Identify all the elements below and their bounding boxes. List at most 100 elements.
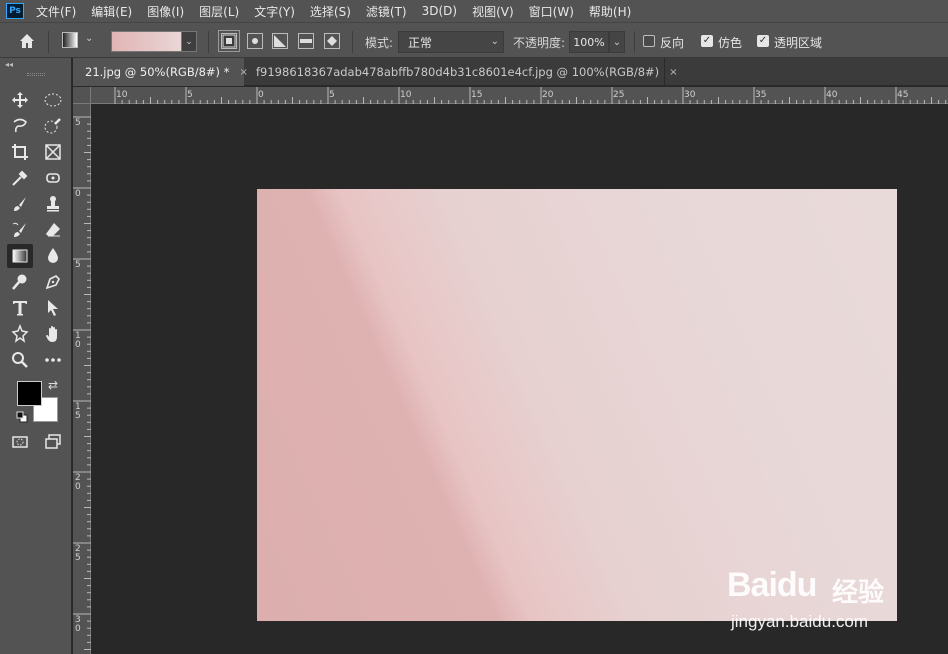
menu-bar: Ps 文件(F) 编辑(E) 图像(I) 图层(L) 文字(Y) 选择(S) 滤…: [0, 0, 948, 22]
hand-tool-icon[interactable]: [40, 322, 66, 346]
ruler-label: 5: [75, 118, 81, 128]
panel-grip[interactable]: [27, 73, 45, 76]
clone-stamp-tool-icon[interactable]: [40, 192, 66, 216]
gradient-tool-preset-icon[interactable]: [62, 32, 78, 48]
home-icon[interactable]: [18, 32, 36, 50]
diamond-gradient-icon[interactable]: [324, 33, 340, 49]
opacity-input[interactable]: 100%: [569, 31, 609, 53]
blur-tool-icon[interactable]: [40, 244, 66, 268]
eyedropper-tool-icon[interactable]: [7, 166, 33, 190]
ruler-label: 15: [471, 90, 483, 100]
tab-label: 21.jpg @ 50%(RGB/8#) *: [85, 65, 230, 79]
watermark-logo: Baidu: [727, 566, 817, 604]
ruler-label: 2 0: [75, 473, 81, 492]
tool-panel: ◂◂ ⇄: [0, 58, 72, 654]
ruler-label: 0: [258, 90, 264, 100]
custom-shape-tool-icon[interactable]: [7, 322, 33, 346]
ruler-label: 0: [75, 189, 81, 199]
options-bar: ⌄ ⌄ 模式: 正常 ⌄ 不透明度: 100% ⌄ 反向 ✓ 仿色 ✓ 透明区域: [0, 22, 948, 58]
menu-layer[interactable]: 图层(L): [199, 3, 239, 20]
gradient-picker-dropdown[interactable]: ⌄: [182, 31, 197, 52]
ruler-label: 45: [897, 90, 909, 100]
lasso-tool-icon[interactable]: [7, 114, 33, 138]
document-tab-bar: 21.jpg @ 50%(RGB/8#) * × f9198618367adab…: [73, 58, 948, 86]
reverse-label: 反向: [660, 36, 685, 50]
screen-mode-icon[interactable]: [40, 430, 66, 454]
zoom-tool-icon[interactable]: [7, 348, 33, 372]
ruler-label: 5: [187, 90, 193, 100]
spot-healing-tool-icon[interactable]: [40, 166, 66, 190]
menu-window[interactable]: 窗口(W): [529, 3, 574, 20]
menu-select[interactable]: 选择(S): [310, 3, 351, 20]
ruler-label: 3 0: [75, 615, 81, 634]
opacity-label: 不透明度:: [513, 36, 566, 50]
radial-gradient-icon[interactable]: [247, 33, 263, 49]
transparency-label: 透明区域: [774, 36, 823, 50]
ruler-origin[interactable]: [73, 87, 91, 104]
collapse-panel-icon[interactable]: ◂◂: [5, 60, 13, 69]
chevron-down-icon[interactable]: ⌄: [85, 33, 93, 44]
vertical-ruler-ticks: [73, 116, 91, 650]
move-tool-icon[interactable]: [7, 88, 33, 112]
menu-help[interactable]: 帮助(H): [589, 3, 631, 20]
frame-tool-icon[interactable]: [40, 140, 66, 164]
watermark-url: jingyan.baidu.com: [731, 612, 869, 631]
foreground-color-swatch[interactable]: [17, 381, 42, 406]
mode-value: 正常: [408, 35, 433, 50]
menu-filter[interactable]: 滤镜(T): [366, 3, 407, 20]
ruler-label: 1 0: [75, 331, 81, 350]
history-brush-tool-icon[interactable]: [7, 218, 33, 242]
quick-mask-icon[interactable]: [7, 430, 33, 454]
dither-label: 仿色: [718, 36, 743, 50]
eraser-tool-icon[interactable]: [40, 218, 66, 242]
menu-file[interactable]: 文件(F): [36, 3, 76, 20]
marquee-tool-icon[interactable]: [40, 88, 66, 112]
watermark-cn: 经验: [832, 578, 885, 608]
menu-view[interactable]: 视图(V): [472, 3, 514, 20]
document-canvas[interactable]: [257, 189, 897, 621]
ruler-label: 40: [826, 90, 838, 100]
dither-checkbox[interactable]: ✓: [701, 35, 713, 47]
default-colors-icon[interactable]: [16, 411, 28, 423]
menu-3d[interactable]: 3D(D): [422, 4, 457, 18]
mode-label: 模式:: [365, 36, 394, 50]
ruler-label: 35: [755, 90, 767, 100]
crop-tool-icon[interactable]: [7, 140, 33, 164]
dodge-tool-icon[interactable]: [7, 270, 33, 294]
ruler-label: 10: [400, 90, 412, 100]
ruler-label: 30: [684, 90, 696, 100]
path-selection-tool-icon[interactable]: [40, 296, 66, 320]
reflected-gradient-icon[interactable]: [298, 33, 314, 49]
menu-edit[interactable]: 编辑(E): [91, 3, 132, 20]
angle-gradient-icon[interactable]: [272, 33, 288, 49]
tab-label: f9198618367adab478abffb780d4b31c8601e4cf…: [256, 65, 660, 79]
vertical-ruler[interactable]: 5 0 5 1 0 1 5 2 0 2 5 3 0: [73, 104, 91, 654]
menu-image[interactable]: 图像(I): [147, 3, 184, 20]
chevron-down-icon: ⌄: [490, 36, 499, 47]
mode-select[interactable]: 正常 ⌄: [398, 31, 504, 53]
gradient-tool-icon[interactable]: [7, 244, 33, 268]
gradient-preview[interactable]: [111, 31, 182, 52]
ruler-label: 1 5: [75, 402, 81, 421]
quick-selection-tool-icon[interactable]: [40, 114, 66, 138]
tab-document-1[interactable]: 21.jpg @ 50%(RGB/8#) * ×: [73, 58, 248, 86]
tab-document-2[interactable]: f9198618367adab478abffb780d4b31c8601e4cf…: [244, 58, 678, 86]
opacity-dropdown[interactable]: ⌄: [609, 31, 625, 53]
brush-tool-icon[interactable]: [7, 192, 33, 216]
horizontal-ruler[interactable]: 10 5 0 5 10 15 20 25 30 35 40 45: [91, 87, 948, 104]
ruler-label: 5: [75, 260, 81, 270]
ruler-label: 20: [542, 90, 554, 100]
baidu-jingyan-watermark: Baidu 经验 jingyan.baidu.com: [727, 558, 927, 638]
more-tools-icon[interactable]: [40, 348, 66, 372]
linear-gradient-icon[interactable]: [218, 30, 240, 52]
transparency-checkbox[interactable]: ✓: [757, 35, 769, 47]
type-tool-icon[interactable]: [7, 296, 33, 320]
reverse-checkbox[interactable]: [643, 35, 655, 47]
swap-colors-icon[interactable]: ⇄: [48, 378, 58, 392]
close-icon[interactable]: ×: [669, 67, 677, 78]
ruler-label: 25: [613, 90, 625, 100]
ruler-label: 10: [116, 90, 128, 100]
pen-tool-icon[interactable]: [40, 270, 66, 294]
ruler-label: 2 5: [75, 544, 81, 563]
menu-type[interactable]: 文字(Y): [254, 3, 295, 20]
